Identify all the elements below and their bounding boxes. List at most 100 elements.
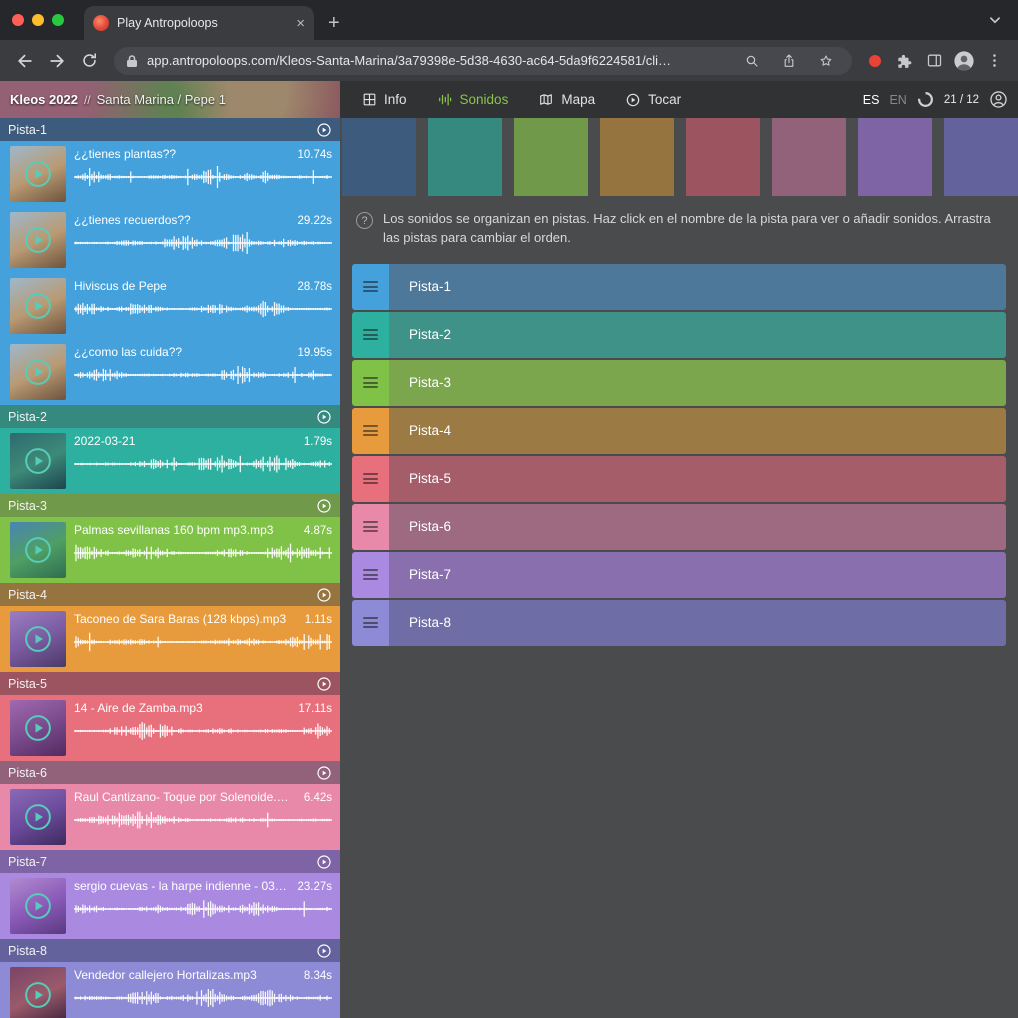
track-swatch[interactable]: [342, 118, 416, 196]
audio-clip[interactable]: 2022-03-21 1.79s: [0, 428, 340, 494]
track-play-button[interactable]: [316, 676, 332, 692]
track-row[interactable]: Pista-3: [352, 360, 1006, 406]
clip-waveform[interactable]: [74, 629, 332, 655]
clip-thumbnail[interactable]: [10, 522, 66, 578]
side-panel-icon[interactable]: [920, 47, 948, 75]
language-en-button[interactable]: EN: [889, 93, 906, 107]
tab-search-chevron-icon[interactable]: [986, 11, 1004, 34]
clip-waveform[interactable]: [74, 718, 332, 744]
minimize-window-button[interactable]: [32, 14, 44, 26]
clip-play-icon[interactable]: [23, 713, 53, 743]
clip-play-icon[interactable]: [23, 291, 53, 321]
breadcrumb-path[interactable]: Santa Marina / Pepe 1: [97, 92, 226, 107]
tab-close-icon[interactable]: ×: [296, 16, 305, 31]
clip-play-icon[interactable]: [23, 891, 53, 921]
track-play-button[interactable]: [316, 854, 332, 870]
track-swatch[interactable]: [772, 118, 846, 196]
clip-play-icon[interactable]: [23, 980, 53, 1010]
nav-tab-info[interactable]: Info: [362, 92, 407, 107]
row-body[interactable]: Pista-5: [389, 456, 1006, 502]
row-drag-handle[interactable]: [352, 312, 389, 358]
forward-button[interactable]: [42, 46, 72, 76]
track-row[interactable]: Pista-6: [352, 504, 1006, 550]
browser-tab[interactable]: Play Antropoloops ×: [84, 6, 314, 40]
row-body[interactable]: Pista-8: [389, 600, 1006, 646]
row-body[interactable]: Pista-1: [389, 264, 1006, 310]
track-swatch[interactable]: [944, 118, 1018, 196]
row-drag-handle[interactable]: [352, 456, 389, 502]
url-text[interactable]: app.antropoloops.com/Kleos-Santa-Marina/…: [147, 53, 729, 68]
clip-waveform[interactable]: [74, 985, 332, 1011]
track-swatch[interactable]: [428, 118, 502, 196]
zoom-icon[interactable]: [738, 47, 766, 75]
fullscreen-window-button[interactable]: [52, 14, 64, 26]
track-play-button[interactable]: [316, 122, 332, 138]
extensions-puzzle-icon[interactable]: [890, 47, 918, 75]
track-header[interactable]: Pista-6: [0, 761, 340, 784]
clip-thumbnail[interactable]: [10, 967, 66, 1018]
track-header[interactable]: Pista-4: [0, 583, 340, 606]
clip-thumbnail[interactable]: [10, 611, 66, 667]
audio-clip[interactable]: Hiviscus de Pepe 28.78s: [0, 273, 340, 339]
clip-thumbnail[interactable]: [10, 700, 66, 756]
track-play-button[interactable]: [316, 498, 332, 514]
breadcrumb[interactable]: Kleos 2022 // Santa Marina / Pepe 1: [0, 81, 340, 118]
track-header[interactable]: Pista-5: [0, 672, 340, 695]
close-window-button[interactable]: [12, 14, 24, 26]
audio-clip[interactable]: Vendedor callejero Hortalizas.mp3 8.34s: [0, 962, 340, 1018]
clip-waveform[interactable]: [74, 164, 332, 190]
nav-tab-sonidos[interactable]: Sonidos: [437, 92, 509, 107]
browser-menu-kebab-icon[interactable]: [980, 47, 1008, 75]
row-body[interactable]: Pista-3: [389, 360, 1006, 406]
clip-play-icon[interactable]: [23, 446, 53, 476]
track-swatch[interactable]: [600, 118, 674, 196]
clip-waveform[interactable]: [74, 896, 332, 922]
clip-play-icon[interactable]: [23, 802, 53, 832]
track-swatch[interactable]: [858, 118, 932, 196]
clip-thumbnail[interactable]: [10, 433, 66, 489]
clip-waveform[interactable]: [74, 230, 332, 256]
track-play-button[interactable]: [316, 943, 332, 959]
nav-tab-tocar[interactable]: Tocar: [625, 92, 681, 108]
address-bar[interactable]: app.antropoloops.com/Kleos-Santa-Marina/…: [114, 47, 852, 75]
clip-play-icon[interactable]: [23, 225, 53, 255]
bookmark-star-icon[interactable]: [812, 47, 840, 75]
recording-extension-icon[interactable]: [869, 55, 881, 67]
row-drag-handle[interactable]: [352, 504, 389, 550]
track-header[interactable]: Pista-1: [0, 118, 340, 141]
clip-thumbnail[interactable]: [10, 789, 66, 845]
track-row[interactable]: Pista-2: [352, 312, 1006, 358]
track-swatch[interactable]: [514, 118, 588, 196]
row-body[interactable]: Pista-4: [389, 408, 1006, 454]
track-row[interactable]: Pista-4: [352, 408, 1006, 454]
share-icon[interactable]: [775, 47, 803, 75]
clip-waveform[interactable]: [74, 296, 332, 322]
clip-waveform[interactable]: [74, 362, 332, 388]
row-drag-handle[interactable]: [352, 600, 389, 646]
track-header[interactable]: Pista-8: [0, 939, 340, 962]
clip-thumbnail[interactable]: [10, 344, 66, 400]
track-row[interactable]: Pista-8: [352, 600, 1006, 646]
audio-clip[interactable]: Taconeo de Sara Baras (128 kbps).mp3 1.1…: [0, 606, 340, 672]
nav-tab-mapa[interactable]: Mapa: [538, 92, 595, 107]
clip-thumbnail[interactable]: [10, 878, 66, 934]
reload-button[interactable]: [74, 46, 104, 76]
row-body[interactable]: Pista-6: [389, 504, 1006, 550]
audio-clip[interactable]: ¿¿tienes plantas?? 10.74s: [0, 141, 340, 207]
account-person-icon[interactable]: [989, 90, 1008, 109]
track-swatch[interactable]: [686, 118, 760, 196]
row-body[interactable]: Pista-7: [389, 552, 1006, 598]
clip-play-icon[interactable]: [23, 357, 53, 387]
row-drag-handle[interactable]: [352, 360, 389, 406]
track-row[interactable]: Pista-5: [352, 456, 1006, 502]
audio-clip[interactable]: ¿¿como las cuida?? 19.95s: [0, 339, 340, 405]
clip-thumbnail[interactable]: [10, 212, 66, 268]
audio-clip[interactable]: ¿¿tienes recuerdos?? 29.22s: [0, 207, 340, 273]
row-drag-handle[interactable]: [352, 552, 389, 598]
track-play-button[interactable]: [316, 409, 332, 425]
clip-waveform[interactable]: [74, 540, 332, 566]
track-play-button[interactable]: [316, 765, 332, 781]
row-drag-handle[interactable]: [352, 264, 389, 310]
track-row[interactable]: Pista-1: [352, 264, 1006, 310]
clip-play-icon[interactable]: [23, 624, 53, 654]
